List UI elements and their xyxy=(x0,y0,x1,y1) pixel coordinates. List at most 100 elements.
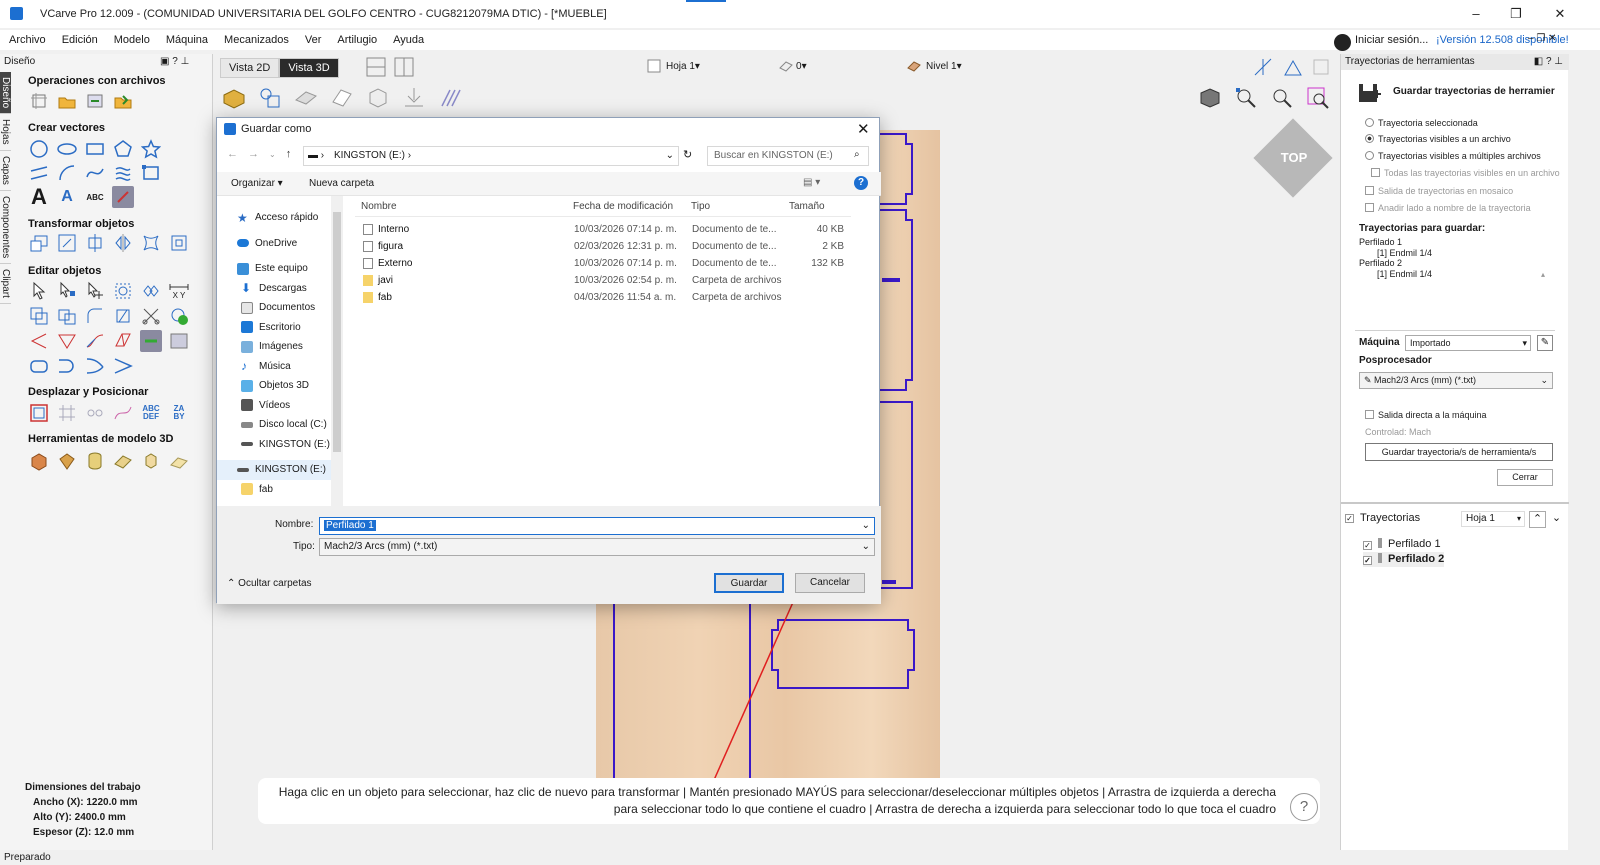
toolpaths-sheet-select[interactable]: Hoja 1 ▾ xyxy=(1461,511,1525,527)
nav-documents[interactable]: Documentos xyxy=(217,298,342,318)
plane-icon[interactable] xyxy=(330,86,354,110)
3d-model-icon[interactable] xyxy=(56,450,78,472)
nav-pictures[interactable]: Imágenes xyxy=(217,337,342,357)
selection-mode-icon[interactable] xyxy=(1283,57,1303,77)
nav-3d-objects[interactable]: Objetos 3D xyxy=(217,376,342,396)
option-selected-toolpath[interactable]: Trayectoria seleccionada xyxy=(1365,118,1478,128)
tab-2d-view[interactable]: Vista 2D xyxy=(220,58,280,78)
view-cube-icon[interactable] xyxy=(1198,86,1222,110)
option-visible-multi-files[interactable]: Trayectorias visibles a múltiples archiv… xyxy=(1365,151,1541,161)
folder-row[interactable]: fab 04/03/2026 11:54 a. m. Carpeta de ar… xyxy=(355,289,881,306)
signin-link[interactable]: Iniciar sesión... xyxy=(1334,30,1428,51)
snap-icon[interactable] xyxy=(1253,57,1273,77)
menu-maquina[interactable]: Máquina xyxy=(158,30,216,50)
save-toolpaths-button[interactable]: Guardar trayectoria/s de herramienta/s xyxy=(1365,443,1553,461)
nest-icon[interactable] xyxy=(84,402,106,424)
validate-icon[interactable] xyxy=(168,305,190,327)
nav-quick-access[interactable]: ★ Acceso rápido xyxy=(217,208,342,228)
toolpaths-master-checkbox[interactable]: ✓ xyxy=(1345,513,1354,523)
file-row[interactable]: Externo 10/03/2026 07:14 p. m. Documento… xyxy=(355,255,881,272)
menu-edicion[interactable]: Edición xyxy=(54,30,106,50)
open-file-icon[interactable] xyxy=(56,90,78,112)
sheet-3d-icon[interactable] xyxy=(294,86,318,110)
address-bar[interactable]: ▬ › KINGSTON (E:) › ⌄ xyxy=(303,146,679,166)
nav-this-pc[interactable]: Este equipo xyxy=(217,259,342,279)
import-icon[interactable] xyxy=(84,90,106,112)
save-button[interactable]: Guardar xyxy=(714,573,784,593)
side-tab-capas[interactable]: Capas xyxy=(0,151,11,191)
menubar-window-controls[interactable]: – ❐ ✕ xyxy=(1528,33,1556,44)
toolpath-item[interactable]: ✓ Perfilado 1 xyxy=(1363,537,1444,552)
tab-3d-view[interactable]: Vista 3D xyxy=(279,58,339,78)
nav-kingston-1[interactable]: KINGSTON (E:) xyxy=(217,435,342,455)
weld-icon[interactable] xyxy=(140,280,162,302)
transform-select-icon[interactable] xyxy=(84,280,106,302)
nav-scroll-thumb[interactable] xyxy=(333,212,341,452)
zoom-extents-icon[interactable] xyxy=(1234,86,1258,110)
circle-icon[interactable] xyxy=(28,138,50,160)
single-view-icon[interactable] xyxy=(366,57,386,77)
polyline-icon[interactable] xyxy=(28,162,50,184)
menu-ver[interactable]: Ver xyxy=(297,30,330,50)
organize-button[interactable]: Organizar ▾ xyxy=(231,178,283,189)
toolpath-preview-icon[interactable] xyxy=(402,86,426,110)
col-name[interactable]: Nombre xyxy=(361,201,397,212)
edit-machine-icon[interactable]: ✎ xyxy=(1537,335,1553,351)
nav-local-disk[interactable]: Disco local (C:) xyxy=(217,415,342,435)
view-options-icon[interactable]: ▤ ▾ xyxy=(803,177,820,188)
menu-ayuda[interactable]: Ayuda xyxy=(385,30,432,50)
search-input[interactable]: Buscar en KINGSTON (E:) xyxy=(707,146,869,166)
box-3d-icon[interactable] xyxy=(366,86,390,110)
position-box-icon[interactable] xyxy=(28,402,50,424)
curve-open-icon[interactable] xyxy=(84,355,106,377)
address-dropdown-icon[interactable]: ⌄ xyxy=(666,147,674,165)
new-folder-button[interactable]: Nueva carpeta xyxy=(309,178,374,189)
smart-shape-icon[interactable] xyxy=(112,330,134,352)
zoom-window-icon[interactable] xyxy=(1306,86,1330,110)
tool-visibility-icon[interactable] xyxy=(438,86,462,110)
forward-arrow-icon[interactable]: → xyxy=(248,148,259,160)
direct-output-checkbox[interactable]: Salida directa a la máquina xyxy=(1365,410,1487,420)
ellipse-icon[interactable] xyxy=(56,138,78,160)
distort-icon[interactable] xyxy=(140,232,162,254)
zero-selector[interactable]: 0 ▾ xyxy=(778,58,807,74)
node-select-icon[interactable] xyxy=(56,280,78,302)
col-date[interactable]: Fecha de modificación xyxy=(573,201,673,212)
measure-icon[interactable]: X Y xyxy=(168,280,190,302)
3d-component-icon[interactable] xyxy=(140,450,162,472)
zoom-icon[interactable] xyxy=(1270,86,1294,110)
text-auto-icon[interactable]: A xyxy=(56,186,78,208)
3d-plane-icon[interactable] xyxy=(112,450,134,472)
move-icon[interactable] xyxy=(28,232,50,254)
rectangle-icon[interactable] xyxy=(84,138,106,160)
menu-modelo[interactable]: Modelo xyxy=(106,30,158,50)
polygon-icon[interactable] xyxy=(112,138,134,160)
help-icon[interactable]: ? xyxy=(1290,793,1318,821)
material-icon[interactable] xyxy=(222,86,246,110)
path-array-icon[interactable] xyxy=(112,402,134,424)
trim-icon[interactable] xyxy=(112,280,134,302)
scale-icon[interactable] xyxy=(56,232,78,254)
side-tab-hojas[interactable]: Hojas xyxy=(0,114,11,151)
dog-bone-icon[interactable] xyxy=(140,330,162,352)
back-arrow-icon[interactable]: ← xyxy=(227,148,238,160)
3d-cylinder-icon[interactable] xyxy=(84,450,106,472)
rounded-rect-icon[interactable] xyxy=(28,355,50,377)
scissors-icon[interactable] xyxy=(140,305,162,327)
nav-videos[interactable]: Vídeos xyxy=(217,396,342,416)
toolpath-item[interactable]: ✓ Perfilado 2 xyxy=(1363,552,1445,567)
col-size[interactable]: Tamaño xyxy=(789,201,825,212)
filename-input[interactable]: Perfilado 1 ⌄ xyxy=(319,517,875,535)
menu-artilugio[interactable]: Artilugio xyxy=(329,30,385,50)
shapes-toggle-icon[interactable] xyxy=(258,86,282,110)
sheet-selector[interactable]: Hoja 1 ▾ xyxy=(646,58,700,74)
new-file-icon[interactable] xyxy=(28,90,50,112)
move-up-icon[interactable]: ⌃ xyxy=(1529,511,1546,528)
align-icon[interactable] xyxy=(84,232,106,254)
minimize-button[interactable]: – xyxy=(1456,4,1496,24)
grid-align-icon[interactable] xyxy=(56,402,78,424)
fillet-icon[interactable] xyxy=(84,305,106,327)
window-icon[interactable] xyxy=(1313,59,1329,75)
array-icon[interactable] xyxy=(168,232,190,254)
option-visible-one-file[interactable]: Trayectorias visibles a un archivo xyxy=(1365,134,1511,144)
